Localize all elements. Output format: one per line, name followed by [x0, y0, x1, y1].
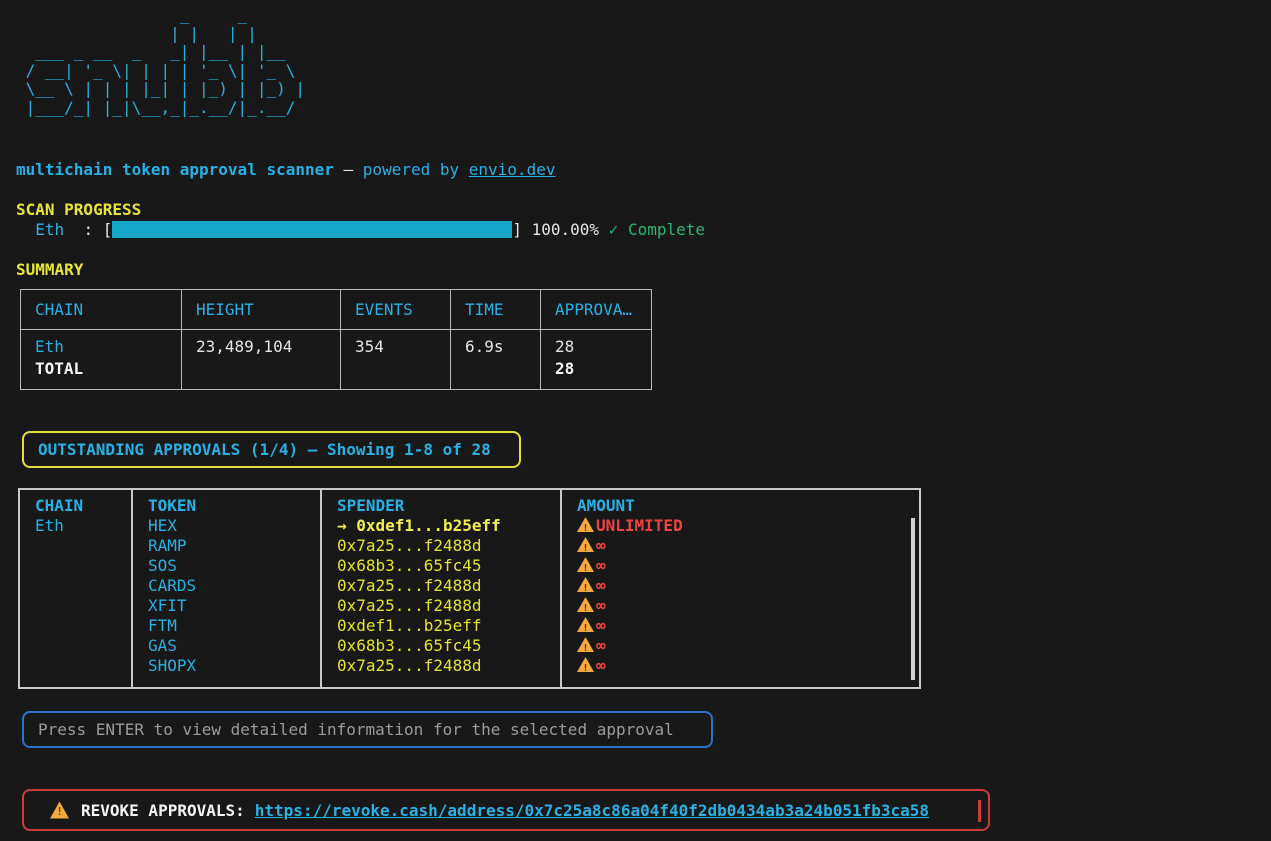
- powered-by-label: powered by: [363, 160, 469, 179]
- warning-icon: [577, 517, 594, 532]
- hint-box: Press ENTER to view detailed information…: [22, 711, 713, 748]
- terminal-cursor: [978, 800, 981, 822]
- warning-icon: [577, 557, 594, 572]
- summary-events-value: 354: [355, 336, 450, 358]
- token-cell[interactable]: SHOPX: [148, 656, 320, 676]
- approvals-spender-column: SPENDER → 0xdef1...b25eff 0x7a25...f2488…: [320, 490, 560, 687]
- progress-open-bracket: : [: [64, 220, 112, 239]
- tagline-title: multichain token approval scanner: [16, 160, 334, 179]
- summary-events-cell: 354: [341, 330, 451, 389]
- outstanding-approvals-title: OUTSTANDING APPROVALS (1/4) — Showing 1-…: [38, 440, 491, 459]
- warning-icon: [577, 637, 594, 652]
- hint-text: Press ENTER to view detailed information…: [38, 720, 674, 739]
- amount-cell[interactable]: ∞: [577, 616, 919, 636]
- summary-chain-cell: Eth TOTAL: [21, 330, 182, 389]
- spender-cell[interactable]: → 0xdef1...b25eff: [337, 516, 560, 536]
- summary-table: CHAIN HEIGHT EVENTS TIME APPROVA… Eth TO…: [20, 289, 652, 390]
- approvals-table: CHAIN Eth TOKEN HEX RAMP SOS CARDS XFIT …: [18, 488, 921, 689]
- approvals-token-column: TOKEN HEX RAMP SOS CARDS XFIT FTM GAS: [131, 490, 320, 687]
- terminal-screen: _ _ | | | | ___ _ __ _ _| |__ | |__ / __…: [0, 0, 1271, 841]
- revoke-cash-link[interactable]: https://revoke.cash/address/0x7c25a8c86a…: [255, 801, 929, 820]
- token-cell[interactable]: CARDS: [148, 576, 320, 596]
- amount-cell[interactable]: ∞: [577, 656, 919, 676]
- revoke-approvals-label: REVOKE APPROVALS:: [81, 801, 245, 820]
- approvals-amount-column: AMOUNT UNLIMITED ∞ ∞ ∞ ∞ ∞ ∞ ∞: [560, 490, 919, 687]
- token-cell[interactable]: SOS: [148, 556, 320, 576]
- amount-cell[interactable]: ∞: [577, 536, 919, 556]
- warning-icon: [577, 597, 594, 612]
- revoke-approvals-box: REVOKE APPROVALS: https://revoke.cash/ad…: [22, 789, 990, 831]
- summary-chain-value: Eth: [35, 336, 181, 358]
- warning-icon: [577, 657, 594, 672]
- snubb-ascii-logo: _ _ | | | | ___ _ __ _ _| |__ | |__ / __…: [16, 6, 305, 118]
- envio-link[interactable]: envio.dev: [469, 160, 556, 179]
- progress-indent: [16, 220, 35, 239]
- summary-col-chain: CHAIN: [21, 290, 182, 329]
- amount-cell[interactable]: ∞: [577, 576, 919, 596]
- spender-list: → 0xdef1...b25eff 0x7a25...f2488d 0x68b3…: [337, 516, 560, 676]
- progress-status: Complete: [618, 220, 705, 239]
- scan-progress-row: Eth : [] 100.00% ✓ Complete: [16, 219, 705, 240]
- warning-icon: [50, 802, 69, 819]
- progress-bar-fill: [112, 221, 512, 238]
- app-tagline: multichain token approval scanner — powe…: [16, 160, 555, 179]
- amount-cell[interactable]: ∞: [577, 636, 919, 656]
- summary-height-value: 23,489,104: [196, 336, 340, 358]
- summary-col-time: TIME: [451, 290, 541, 329]
- scan-progress-heading: SCAN PROGRESS: [16, 200, 141, 219]
- token-cell[interactable]: RAMP: [148, 536, 320, 556]
- summary-heading: SUMMARY: [16, 260, 83, 279]
- warning-icon: [577, 537, 594, 552]
- approvals-chain-column: CHAIN Eth: [20, 490, 131, 687]
- summary-body-row: Eth TOTAL 23,489,104 354 6.9s 28 28: [21, 330, 651, 389]
- progress-chain-label: Eth: [35, 220, 64, 239]
- amount-cell[interactable]: UNLIMITED: [577, 516, 919, 536]
- warning-icon: [577, 577, 594, 592]
- spender-cell[interactable]: 0x7a25...f2488d: [337, 656, 560, 676]
- warning-icon: [577, 617, 594, 632]
- outstanding-approvals-box: OUTSTANDING APPROVALS (1/4) — Showing 1-…: [22, 431, 521, 468]
- selected-arrow-icon: →: [337, 516, 356, 535]
- summary-time-cell: 6.9s: [451, 330, 541, 389]
- spender-cell[interactable]: 0x7a25...f2488d: [337, 596, 560, 616]
- approvals-chain-value: Eth: [35, 516, 131, 536]
- token-cell[interactable]: FTM: [148, 616, 320, 636]
- summary-approvals-cell: 28 28: [541, 330, 651, 389]
- token-list: HEX RAMP SOS CARDS XFIT FTM GAS SHOPX: [148, 516, 320, 676]
- summary-col-height: HEIGHT: [182, 290, 341, 329]
- summary-col-events: EVENTS: [341, 290, 451, 329]
- token-cell[interactable]: HEX: [148, 516, 320, 536]
- token-cell[interactable]: GAS: [148, 636, 320, 656]
- summary-header-row: CHAIN HEIGHT EVENTS TIME APPROVA…: [21, 290, 651, 330]
- approvals-col-spender: SPENDER: [337, 496, 560, 516]
- amount-cell[interactable]: ∞: [577, 556, 919, 576]
- table-scrollbar[interactable]: [911, 518, 915, 680]
- progress-close-bracket: ]: [512, 220, 531, 239]
- spender-cell[interactable]: 0x68b3...65fc45: [337, 556, 560, 576]
- amount-list: UNLIMITED ∞ ∞ ∞ ∞ ∞ ∞ ∞: [577, 516, 919, 676]
- amount-cell[interactable]: ∞: [577, 596, 919, 616]
- spender-cell[interactable]: 0xdef1...b25eff: [337, 616, 560, 636]
- progress-percent: 100.00%: [532, 220, 609, 239]
- spender-cell[interactable]: 0x7a25...f2488d: [337, 576, 560, 596]
- summary-approvals-total: 28: [555, 358, 651, 380]
- token-cell[interactable]: XFIT: [148, 596, 320, 616]
- approvals-col-token: TOKEN: [148, 496, 320, 516]
- summary-total-label: TOTAL: [35, 358, 181, 380]
- check-icon: ✓: [609, 220, 619, 239]
- spender-cell[interactable]: 0x7a25...f2488d: [337, 536, 560, 556]
- spender-cell[interactable]: 0x68b3...65fc45: [337, 636, 560, 656]
- tagline-dash: —: [334, 160, 363, 179]
- summary-col-approvals: APPROVA…: [541, 290, 651, 329]
- summary-time-value: 6.9s: [465, 336, 540, 358]
- summary-approvals-value: 28: [555, 336, 651, 358]
- approvals-col-amount: AMOUNT: [577, 496, 919, 516]
- approvals-col-chain: CHAIN: [35, 496, 131, 516]
- summary-height-cell: 23,489,104: [182, 330, 341, 389]
